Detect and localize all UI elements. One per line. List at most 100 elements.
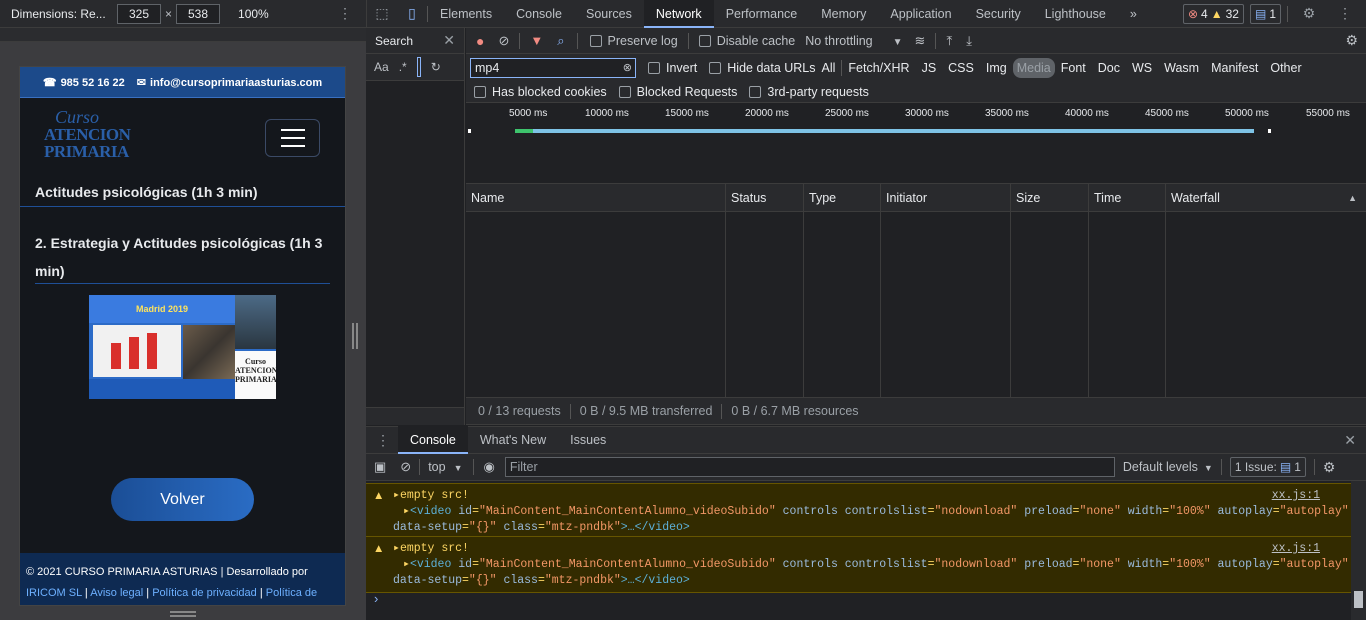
email-link[interactable]: ✉ info@cursoprimariaasturias.com [137, 76, 322, 89]
tab-memory[interactable]: Memory [809, 0, 878, 28]
more-options-icon[interactable]: ⋮ [1330, 0, 1360, 28]
network-settings-gear-icon[interactable]: ⚙ [1345, 32, 1358, 49]
context-select[interactable]: top ▼ [428, 460, 462, 474]
tab-network[interactable]: Network [643, 0, 714, 28]
throttling-select[interactable]: No throttling ▼ [805, 34, 902, 48]
column-waterfall[interactable]: Waterfall ▲ [1166, 184, 1366, 212]
column-initiator[interactable]: Initiator [881, 184, 1011, 212]
type-filter-css[interactable]: CSS [942, 61, 980, 75]
phone-link[interactable]: ☎ 985 52 16 22 [43, 76, 125, 89]
more-options-icon[interactable]: ⋮ [338, 5, 352, 22]
zoom-select[interactable]: 100% [238, 7, 269, 21]
console-filter-input[interactable]: Filter [504, 457, 1115, 477]
search-input[interactable] [416, 57, 421, 77]
column-type[interactable]: Type [804, 184, 881, 212]
blocked-requests-checkbox[interactable]: Blocked Requests [618, 85, 737, 99]
drawer-menu-icon[interactable]: ⋮ [376, 432, 390, 449]
close-icon[interactable]: ✕ [443, 32, 455, 49]
export-har-icon[interactable]: ⤓ [966, 33, 972, 49]
message-element[interactable]: ▸<video id="MainContent_MainContentAlumn… [393, 557, 1351, 573]
overview-handle-right[interactable] [1268, 129, 1271, 133]
type-filter-all[interactable]: All [816, 61, 842, 75]
dimensions-select[interactable]: Dimensions: Re... [11, 7, 117, 21]
type-filter-fetch-xhr[interactable]: Fetch/XHR [842, 61, 915, 75]
resize-handle-bottom[interactable] [170, 611, 196, 617]
error-warning-counter[interactable]: ⊗ 4 ▲ 32 [1182, 3, 1244, 24]
tab-elements[interactable]: Elements [428, 0, 504, 28]
column-status[interactable]: Status [726, 184, 804, 212]
hide-data-urls-checkbox[interactable]: Hide data URLs [709, 61, 816, 75]
tab-lighthouse[interactable]: Lighthouse [1033, 0, 1118, 28]
message-element[interactable]: ▸<video id="MainContent_MainContentAlumn… [393, 504, 1351, 520]
refresh-icon[interactable]: ↻ [431, 60, 441, 74]
menu-toggle-button[interactable] [265, 119, 320, 157]
type-filter-js[interactable]: JS [916, 61, 943, 75]
tab-security[interactable]: Security [964, 0, 1033, 28]
sidebar-toggle-icon[interactable]: ▣ [374, 459, 386, 475]
close-drawer-icon[interactable]: ✕ [1344, 432, 1356, 449]
filter-input[interactable]: mp4 ⊗ [470, 57, 636, 78]
expand-arrow-icon[interactable]: ▸ [393, 542, 400, 555]
privacy-link[interactable]: Política de privacidad [152, 587, 257, 599]
console-scrollbar[interactable] [1351, 481, 1366, 620]
network-conditions-icon[interactable]: ≋ [915, 33, 926, 49]
issues-counter[interactable]: ▤ 1 [1249, 3, 1281, 24]
type-filter-ws[interactable]: WS [1126, 61, 1158, 75]
type-filter-doc[interactable]: Doc [1092, 61, 1126, 75]
type-filter-img[interactable]: Img [980, 61, 1013, 75]
third-party-checkbox[interactable]: 3rd-party requests [749, 85, 869, 99]
source-link[interactable]: xx.js:1 [1272, 488, 1320, 504]
tab-sources[interactable]: Sources [574, 0, 644, 28]
match-case-toggle[interactable]: Aa [374, 60, 389, 74]
tab-console[interactable]: Console [504, 0, 574, 28]
disable-cache-checkbox[interactable]: Disable cache [698, 34, 795, 48]
overview-handle-left[interactable] [468, 129, 471, 133]
filter-icon[interactable]: ▼ [530, 33, 543, 48]
import-har-icon[interactable]: ⤒ [946, 33, 952, 49]
resize-handle-right[interactable] [352, 323, 358, 349]
column-size[interactable]: Size [1011, 184, 1089, 212]
column-name[interactable]: Name [466, 184, 726, 212]
expand-arrow-icon[interactable]: ▸ [393, 489, 400, 502]
blocked-cookies-checkbox[interactable]: Has blocked cookies [474, 85, 607, 99]
drawer-tab-console[interactable]: Console [398, 426, 468, 454]
console-prompt-icon[interactable]: › [374, 591, 378, 606]
source-link[interactable]: xx.js:1 [1272, 541, 1320, 557]
developer-link[interactable]: IRICOM SL [26, 587, 82, 599]
type-filter-other[interactable]: Other [1264, 61, 1307, 75]
legal-notice-link[interactable]: Aviso legal [90, 587, 143, 599]
settings-gear-icon[interactable]: ⚙ [1294, 0, 1324, 28]
inspect-element-icon[interactable]: ⬚ [367, 0, 397, 28]
type-filter-manifest[interactable]: Manifest [1205, 61, 1264, 75]
tab-application[interactable]: Application [878, 0, 963, 28]
console-warning-message[interactable]: ▲ ▸empty src! ▸<video id="MainContent_Ma… [366, 536, 1351, 593]
drawer-tab-issues[interactable]: Issues [558, 426, 618, 454]
column-time[interactable]: Time [1089, 184, 1166, 212]
regex-toggle[interactable]: .* [399, 60, 407, 74]
type-filter-wasm[interactable]: Wasm [1158, 61, 1205, 75]
type-filter-font[interactable]: Font [1055, 61, 1092, 75]
record-icon[interactable]: ● [476, 33, 484, 49]
site-logo[interactable]: Curso ATENCION PRIMARIA [44, 108, 131, 168]
console-settings-gear-icon[interactable]: ⚙ [1323, 459, 1336, 476]
clear-console-icon[interactable]: ⊘ [400, 459, 411, 475]
tab-performance[interactable]: Performance [714, 0, 810, 28]
device-toggle-icon[interactable]: ▯ [397, 0, 427, 28]
search-icon[interactable]: ⌕ [557, 33, 564, 49]
clear-icon[interactable]: ⊘ [498, 33, 509, 49]
live-expression-eye-icon[interactable]: ◉ [484, 459, 495, 475]
video-thumbnail[interactable]: Madrid 2019 Curso ATENCION PRIMARIA [89, 295, 276, 399]
network-overview[interactable]: 5000 ms 10000 ms 15000 ms 20000 ms 25000… [466, 103, 1366, 184]
log-levels-select[interactable]: Default levels ▼ [1123, 460, 1213, 474]
back-button[interactable]: Volver [111, 478, 254, 521]
type-filter-media[interactable]: Media [1012, 57, 1055, 78]
invert-checkbox[interactable]: Invert [648, 61, 697, 75]
preserve-log-checkbox[interactable]: Preserve log [589, 34, 678, 48]
issues-button[interactable]: 1 Issue: ▤ 1 [1229, 457, 1306, 477]
scrollbar-thumb[interactable] [1354, 591, 1363, 608]
height-input[interactable] [176, 3, 221, 24]
clear-filter-icon[interactable]: ⊗ [623, 61, 632, 74]
more-tabs-icon[interactable]: » [1118, 0, 1149, 28]
drawer-tab-whats-new[interactable]: What's New [468, 426, 558, 454]
width-input[interactable] [117, 3, 161, 24]
